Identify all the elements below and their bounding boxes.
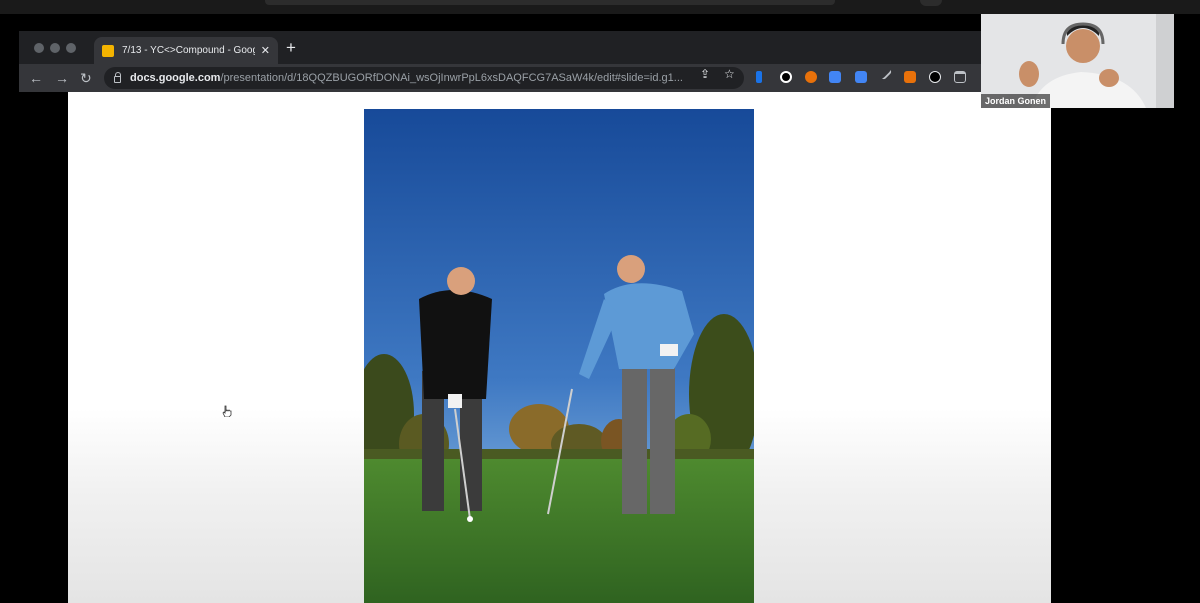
tab-strip: 7/13 - YC<>Compound - Goog ✕ +: [19, 31, 1104, 64]
mail-icon[interactable]: [855, 71, 867, 83]
tab-close-icon[interactable]: ✕: [261, 44, 270, 57]
circle-arrow-icon[interactable]: [780, 71, 792, 83]
window-close-button[interactable]: [34, 43, 44, 53]
url-host: docs.google.com: [130, 72, 221, 84]
pen-icon[interactable]: [879, 67, 893, 81]
browser-toolbar: ← → ↻ docs.google.com/presentation/d/18Q…: [19, 64, 1104, 92]
browser-window: 7/13 - YC<>Compound - Goog ✕ + ← → ↻ doc…: [19, 31, 1104, 603]
new-tab-button[interactable]: +: [286, 39, 296, 56]
golfers-photo: [364, 109, 754, 603]
url-text: docs.google.com/presentation/d/18QQZBUGO…: [130, 72, 695, 84]
page-content: [19, 92, 1104, 603]
orange-square-icon[interactable]: [904, 71, 916, 83]
slide-photo: [364, 109, 754, 603]
bell-icon[interactable]: [805, 71, 817, 83]
lock-icon: [114, 71, 121, 83]
share-icon[interactable]: ⇪: [700, 67, 710, 81]
trash-icon[interactable]: [954, 71, 966, 83]
bookmark-star-icon[interactable]: ☆: [724, 67, 735, 81]
host-notch: [265, 0, 835, 5]
address-bar[interactable]: docs.google.com/presentation/d/18QQZBUGO…: [104, 67, 744, 89]
reload-button[interactable]: ↻: [80, 69, 92, 87]
back-button[interactable]: ←: [29, 69, 43, 87]
slides-favicon-icon: [102, 44, 114, 57]
screen-share-view: 7/13 - YC<>Compound - Goog ✕ + ← → ↻ doc…: [0, 0, 1200, 603]
hand-cursor-icon: [222, 405, 232, 417]
window-minimize-button[interactable]: [50, 43, 60, 53]
participant-video[interactable]: Jordan Gonen: [981, 14, 1174, 108]
host-indicator: [920, 0, 942, 6]
tab-slides[interactable]: 7/13 - YC<>Compound - Goog ✕: [94, 37, 278, 64]
url-path: /presentation/d/18QQZBUGORfDONAi_wsOjInw…: [220, 72, 683, 84]
participant-name: Jordan Gonen: [981, 94, 1051, 108]
password-icon[interactable]: [929, 71, 941, 83]
presentation-slide: [68, 92, 1051, 603]
bolt-icon[interactable]: [756, 71, 762, 83]
host-top-bar: [0, 0, 1200, 14]
window-zoom-button[interactable]: [66, 43, 76, 53]
tab-title: 7/13 - YC<>Compound - Goog: [122, 45, 255, 56]
comment-icon[interactable]: [829, 71, 841, 83]
forward-button[interactable]: →: [55, 69, 69, 87]
